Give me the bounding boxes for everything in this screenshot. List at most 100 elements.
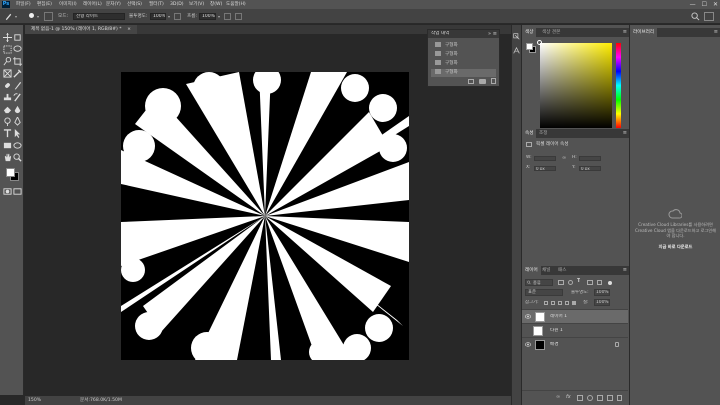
x-field[interactable]: 0 px <box>534 166 556 171</box>
chevron-down-icon[interactable]: ▾ <box>168 14 170 19</box>
layer-name[interactable]: 레이어 1 <box>550 314 567 320</box>
menu-view[interactable]: 보기(V) <box>189 1 204 8</box>
zoom-level[interactable]: 150% <box>28 397 41 404</box>
menu-file[interactable]: 파일(F) <box>16 1 31 8</box>
quick-select-tool-icon[interactable] <box>3 57 12 66</box>
add-mask-icon[interactable] <box>577 395 583 401</box>
move-tool-icon[interactable] <box>3 33 12 42</box>
y-field[interactable]: 0 px <box>579 166 601 171</box>
filter-shape-icon[interactable] <box>587 280 593 285</box>
character-panel-icon[interactable] <box>513 46 520 54</box>
mode-select[interactable]: 선형 라이트 <box>73 13 125 20</box>
chevron-down-icon[interactable]: ▾ <box>15 14 17 19</box>
eraser-tool-icon[interactable] <box>3 105 12 114</box>
chevron-down-icon[interactable]: ▾ <box>218 14 220 19</box>
clone-stamp-tool-icon[interactable] <box>3 93 12 102</box>
menu-window[interactable]: 창(W) <box>210 1 222 8</box>
tab-properties[interactable]: 속성 <box>522 129 537 138</box>
document-canvas[interactable] <box>121 72 409 360</box>
lock-artboard-icon[interactable] <box>565 301 569 305</box>
fill-input[interactable]: 100% <box>594 299 610 306</box>
layer-row[interactable]: 레이어 1 <box>522 309 628 323</box>
brush-settings-icon[interactable] <box>44 12 53 21</box>
trash-icon[interactable] <box>617 395 622 401</box>
download-now-link[interactable]: 지금 바로 다운로드 <box>634 244 717 250</box>
tab-libraries[interactable]: 라이브러리 <box>630 28 658 37</box>
panel-menu-icon[interactable]: ≡ <box>714 28 718 37</box>
brush-tool-icon[interactable] <box>13 81 22 90</box>
folder-icon[interactable] <box>597 395 603 401</box>
trash-icon[interactable] <box>491 78 496 84</box>
layer-row[interactable]: 배경 <box>522 337 628 351</box>
layer-name[interactable]: 타원 1 <box>550 328 563 334</box>
menu-image[interactable]: 이미지(I) <box>59 1 77 8</box>
brush-tool-preset-icon[interactable] <box>4 12 13 21</box>
workspace-icon[interactable] <box>704 12 714 21</box>
maximize-button[interactable]: ☐ <box>702 0 707 9</box>
tab-channels[interactable]: 채널 <box>539 266 553 275</box>
filter-smart-object-icon[interactable] <box>597 280 602 285</box>
healing-brush-tool-icon[interactable] <box>3 81 12 90</box>
filter-adjustment-icon[interactable] <box>568 280 573 285</box>
layer-row[interactable]: 타원 1 <box>522 323 628 337</box>
tab-swatches[interactable]: 색상 견본 <box>539 28 563 37</box>
history-panel-title[interactable]: 작업 내역 <box>431 31 449 37</box>
frame-tool-icon[interactable] <box>3 69 12 78</box>
chevron-down-icon[interactable]: ▾ <box>37 14 39 19</box>
new-document-from-state-icon[interactable] <box>468 79 474 84</box>
filter-toggle-icon[interactable] <box>608 281 612 285</box>
tab-adjustments[interactable]: 조정 <box>536 129 550 138</box>
layer-style-icon[interactable]: fx <box>566 394 571 401</box>
menu-edit[interactable]: 편집(E) <box>37 1 52 8</box>
pressure-opacity-icon[interactable] <box>174 13 181 20</box>
panel-menu-icon[interactable]: ≡ <box>623 28 627 37</box>
brush-preset-picker[interactable] <box>27 12 36 21</box>
link-layers-icon[interactable]: ∞ <box>556 394 560 401</box>
lock-transparent-icon[interactable] <box>544 301 548 305</box>
crop-tool-icon[interactable] <box>13 57 22 66</box>
path-selection-tool-icon[interactable] <box>13 129 22 138</box>
color-panel-foreground-swatch[interactable] <box>526 43 533 50</box>
width-field[interactable] <box>534 156 556 161</box>
eye-icon[interactable] <box>525 342 531 347</box>
adjustment-layer-icon[interactable] <box>587 395 593 401</box>
color-picker-cursor[interactable] <box>537 40 542 45</box>
screen-mode-icon[interactable] <box>13 187 22 196</box>
menu-type[interactable]: 문자(Y) <box>106 1 121 8</box>
blend-mode-select[interactable]: 표준 <box>525 289 563 296</box>
lasso-tool-icon[interactable] <box>13 45 22 54</box>
ellipse-tool-icon[interactable] <box>13 141 22 150</box>
document-tab-close-button[interactable]: × <box>127 27 131 32</box>
height-field[interactable] <box>579 156 601 161</box>
layer-name[interactable]: 배경 <box>550 342 558 348</box>
hand-tool-icon[interactable] <box>3 153 12 162</box>
rectangle-tool-icon[interactable] <box>3 141 12 150</box>
tab-color[interactable]: 색상 <box>522 28 537 37</box>
lock-pixels-icon[interactable] <box>551 301 555 305</box>
type-tool-icon[interactable] <box>3 129 12 138</box>
history-row-selected[interactable]: 구형화 <box>431 69 496 77</box>
history-panel-icon[interactable] <box>513 33 520 40</box>
dodge-tool-icon[interactable] <box>3 117 12 126</box>
eye-icon[interactable] <box>525 314 531 319</box>
tab-layers[interactable]: 레이어 <box>522 266 541 275</box>
panel-menu-icon[interactable]: ≡ <box>623 129 627 138</box>
history-row[interactable]: 구형화 <box>431 51 496 59</box>
collapse-icon[interactable]: » <box>488 30 491 38</box>
menu-3d[interactable]: 3D(D) <box>170 1 184 8</box>
panel-menu-icon[interactable]: ≡ <box>623 266 627 275</box>
quick-mask-icon[interactable] <box>3 187 12 196</box>
marquee-tool-icon[interactable] <box>3 45 12 54</box>
artboard-tool-icon[interactable] <box>13 33 22 42</box>
history-row[interactable]: 구형화 <box>431 60 496 68</box>
minimize-button[interactable]: — <box>690 0 696 9</box>
flow-input[interactable]: 100% <box>199 13 216 20</box>
opacity-input[interactable]: 100% <box>150 13 166 20</box>
menu-layer[interactable]: 레이어(L) <box>83 1 102 8</box>
layer-opacity-input[interactable]: 100% <box>594 289 610 296</box>
menu-help[interactable]: 도움말(H) <box>226 1 246 8</box>
search-icon[interactable] <box>691 12 700 21</box>
filter-pixel-icon[interactable] <box>558 280 564 285</box>
document-size-status[interactable]: 문서:768.0K/1.50M <box>80 397 122 404</box>
camera-icon[interactable] <box>479 79 486 84</box>
